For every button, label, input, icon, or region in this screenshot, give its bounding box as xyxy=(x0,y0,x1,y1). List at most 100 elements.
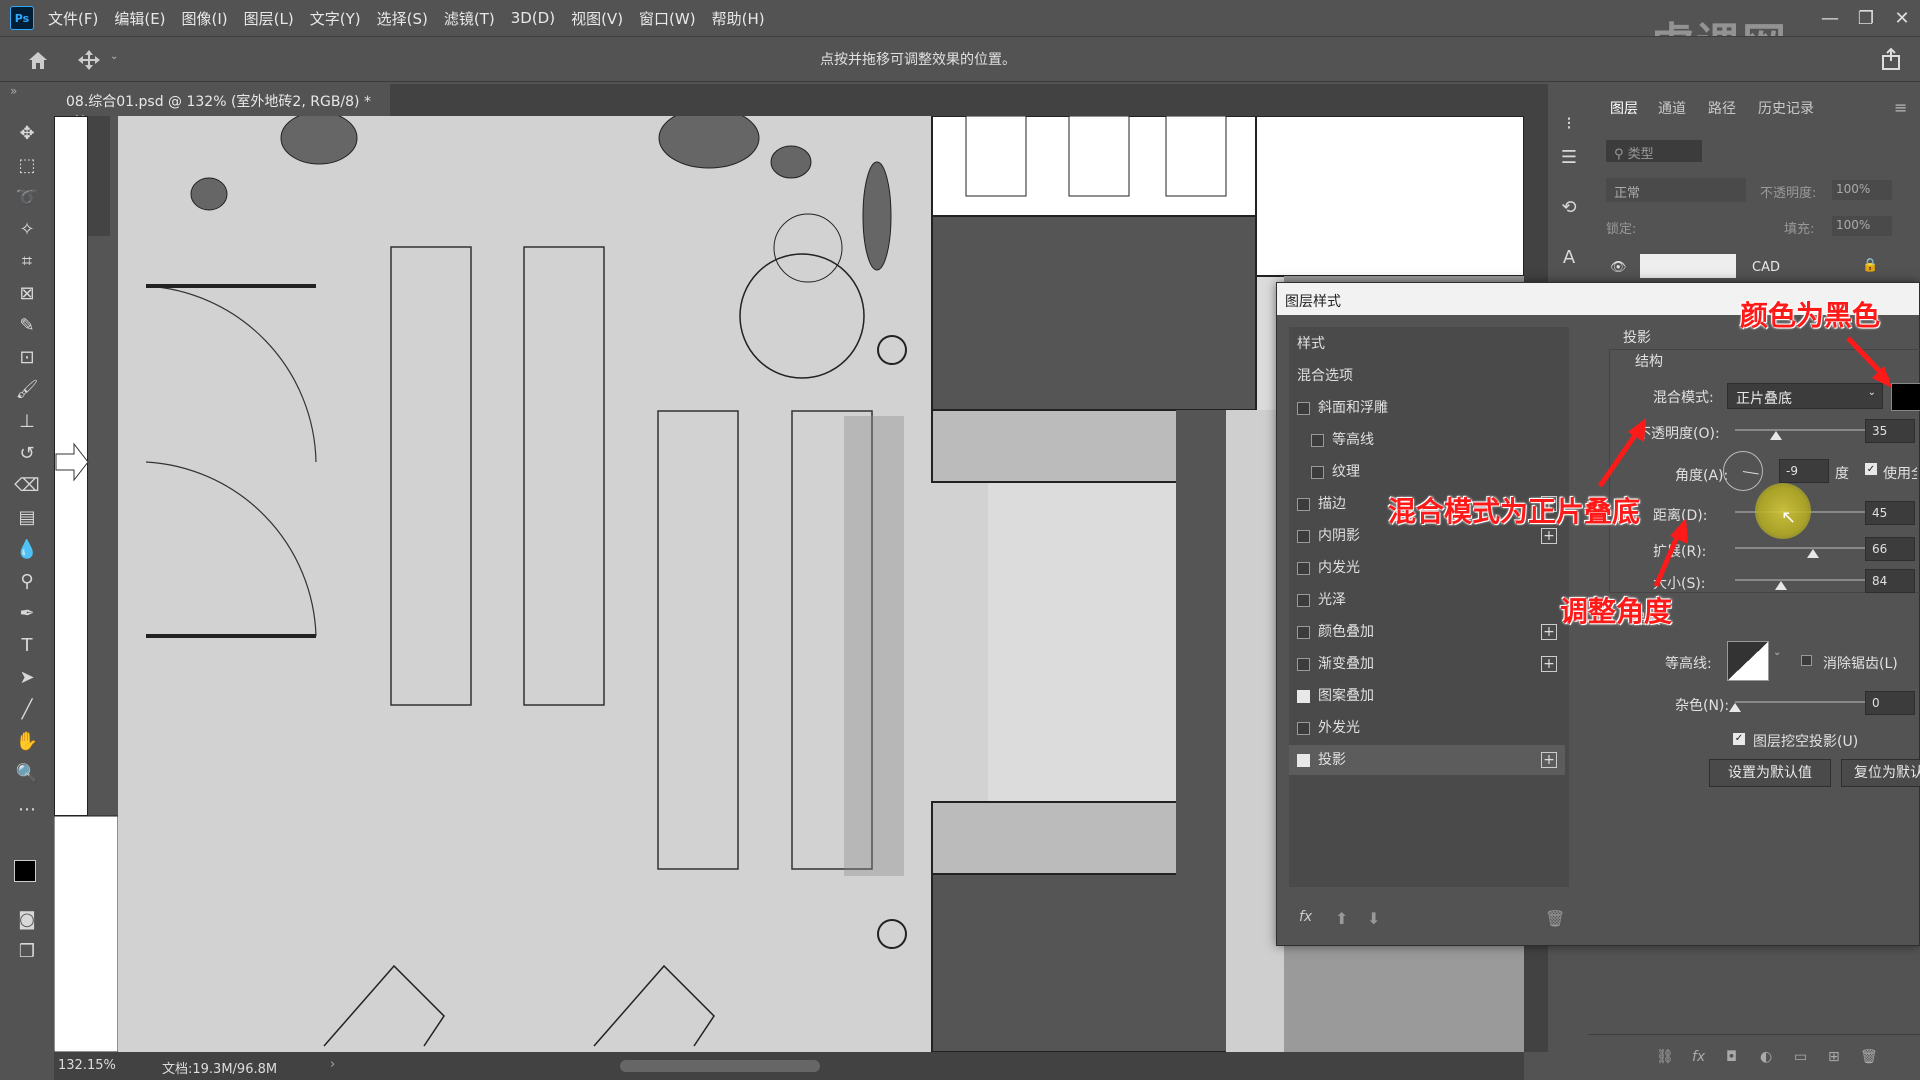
magic-wand-tool[interactable]: ✧ xyxy=(12,216,42,244)
add-inner-shadow-icon[interactable]: + xyxy=(1541,528,1557,544)
minimize-button[interactable]: — xyxy=(1812,8,1848,29)
patch-tool[interactable]: ⊡ xyxy=(12,344,42,372)
angle-dial[interactable] xyxy=(1723,451,1763,491)
checkbox[interactable] xyxy=(1311,433,1324,447)
menu-image[interactable]: 图像(I) xyxy=(182,8,228,29)
crop-tool[interactable]: ⌗ xyxy=(12,248,42,276)
layer-filter-input[interactable]: ⚲ 类型 xyxy=(1606,140,1702,162)
link-layers-icon[interactable]: ⛓ xyxy=(1656,1049,1674,1065)
move-tool[interactable]: ✥ xyxy=(12,120,42,148)
character-icon[interactable]: A xyxy=(1554,244,1584,272)
opacity-slider-knob[interactable] xyxy=(1770,431,1782,440)
menu-window[interactable]: 窗口(W) xyxy=(639,8,696,29)
checkbox[interactable] xyxy=(1297,561,1310,575)
tab-layers[interactable]: 图层 xyxy=(1610,98,1638,118)
home-icon[interactable] xyxy=(26,49,50,71)
fill-input[interactable]: 100% xyxy=(1832,216,1892,236)
opacity-input[interactable]: 35 xyxy=(1865,419,1915,443)
noise-slider-knob[interactable] xyxy=(1729,703,1741,712)
opacity-slider[interactable] xyxy=(1735,429,1867,431)
style-item-gradient-overlay[interactable]: 渐变叠加 + xyxy=(1289,649,1565,679)
style-item-bevel[interactable]: 斜面和浮雕 xyxy=(1289,393,1565,423)
use-global-light-checkbox[interactable]: ✓ xyxy=(1865,463,1877,475)
gradient-tool[interactable]: ▤ xyxy=(12,504,42,532)
history-icon[interactable]: ⟲ xyxy=(1554,194,1584,222)
collapse-toolbar-icon[interactable]: » xyxy=(10,84,17,98)
delete-effect-icon[interactable]: 🗑 xyxy=(1545,909,1565,928)
add-drop-shadow-icon[interactable]: + xyxy=(1541,752,1557,768)
blend-mode-dropdown[interactable]: 正片叠底 ⌄ xyxy=(1727,383,1883,409)
chevron-down-icon[interactable]: ⌄ xyxy=(110,51,118,62)
move-down-icon[interactable]: ⬇ xyxy=(1367,909,1380,928)
restore-button[interactable]: ❐ xyxy=(1848,8,1884,29)
more-tools-icon[interactable]: ⋯ xyxy=(12,796,42,824)
checkbox-checked[interactable] xyxy=(1297,689,1310,703)
shadow-color-swatch[interactable] xyxy=(1891,383,1920,411)
pen-tool[interactable]: ✒ xyxy=(12,600,42,628)
style-item-blending-options[interactable]: 混合选项 xyxy=(1289,361,1565,391)
style-item-color-overlay[interactable]: 颜色叠加 + xyxy=(1289,617,1565,647)
menu-file[interactable]: 文件(F) xyxy=(48,8,98,29)
style-item-pattern-overlay[interactable]: 图案叠加 xyxy=(1289,681,1565,711)
checkbox[interactable] xyxy=(1297,529,1310,543)
hand-tool[interactable]: ✋ xyxy=(12,728,42,756)
tab-channels[interactable]: 通道 xyxy=(1658,98,1686,118)
style-item-drop-shadow[interactable]: 投影 + xyxy=(1289,745,1565,775)
foreground-color-swatch[interactable] xyxy=(14,860,36,882)
menu-3d[interactable]: 3D(D) xyxy=(511,9,555,27)
stamp-tool[interactable]: ⊥ xyxy=(12,408,42,436)
checkbox[interactable] xyxy=(1297,401,1310,415)
size-slider-knob[interactable] xyxy=(1775,581,1787,590)
size-slider[interactable] xyxy=(1735,579,1867,581)
status-menu-arrow-icon[interactable]: › xyxy=(330,1057,335,1072)
menu-layer[interactable]: 图层(L) xyxy=(244,8,294,29)
move-tool-icon[interactable] xyxy=(76,48,102,72)
tab-paths[interactable]: 路径 xyxy=(1708,98,1736,118)
path-selection-tool[interactable]: ➤ xyxy=(12,664,42,692)
layer-thumbnail[interactable] xyxy=(1640,254,1736,278)
zoom-tool[interactable]: 🔍 xyxy=(12,760,42,788)
checkbox[interactable] xyxy=(1311,465,1324,479)
eraser-tool[interactable]: ⌫ xyxy=(12,472,42,500)
size-input[interactable]: 84 xyxy=(1865,569,1915,593)
panel-menu-icon[interactable]: ≡ xyxy=(1894,98,1907,117)
style-item-outer-glow[interactable]: 外发光 xyxy=(1289,713,1565,743)
antialias-checkbox[interactable] xyxy=(1801,655,1812,666)
contour-preview[interactable] xyxy=(1727,641,1769,681)
frame-tool[interactable]: ⊠ xyxy=(12,280,42,308)
add-color-overlay-icon[interactable]: + xyxy=(1541,624,1557,640)
style-item-contour[interactable]: 等高线 xyxy=(1303,425,1579,455)
menu-filter[interactable]: 滤镜(T) xyxy=(444,8,495,29)
checkbox[interactable] xyxy=(1297,497,1310,511)
blur-tool[interactable]: 💧 xyxy=(12,536,42,564)
styles-header[interactable]: 样式 xyxy=(1289,329,1565,359)
fx-icon[interactable]: fx xyxy=(1692,1049,1705,1065)
adjustment-layer-icon[interactable]: ◐ xyxy=(1760,1049,1772,1065)
knockout-checkbox[interactable]: ✓ xyxy=(1733,733,1745,745)
checkbox[interactable] xyxy=(1297,721,1310,735)
checkbox[interactable] xyxy=(1297,657,1310,671)
make-default-button[interactable]: 设置为默认值 xyxy=(1709,759,1831,787)
adjustments-icon[interactable]: ☰ xyxy=(1554,144,1584,172)
style-item-texture[interactable]: 纹理 xyxy=(1303,457,1579,487)
reset-default-button[interactable]: 复位为默认值 xyxy=(1841,759,1920,787)
style-item-inner-glow[interactable]: 内发光 xyxy=(1289,553,1565,583)
close-window-button[interactable]: ✕ xyxy=(1884,8,1920,29)
trash-icon[interactable]: 🗑 xyxy=(1860,1049,1878,1065)
quick-mask-icon[interactable]: ◙ xyxy=(12,906,42,934)
checkbox[interactable] xyxy=(1297,593,1310,607)
noise-slider[interactable] xyxy=(1735,701,1867,703)
menu-type[interactable]: 文字(Y) xyxy=(310,8,361,29)
spread-slider[interactable] xyxy=(1735,547,1867,549)
checkbox[interactable] xyxy=(1297,625,1310,639)
brush-tool[interactable]: 🖌 xyxy=(12,376,42,404)
spread-input[interactable]: 66 xyxy=(1865,537,1915,561)
blend-mode-select[interactable]: 正常 xyxy=(1606,178,1746,202)
angle-input[interactable]: -9 xyxy=(1779,459,1829,483)
lasso-tool[interactable]: ➰ xyxy=(12,184,42,212)
new-layer-icon[interactable]: ⊞ xyxy=(1828,1049,1840,1065)
group-icon[interactable]: ▭ xyxy=(1794,1049,1807,1065)
menu-help[interactable]: 帮助(H) xyxy=(712,8,765,29)
line-tool[interactable]: ╱ xyxy=(12,696,42,724)
type-tool[interactable]: T xyxy=(12,632,42,660)
